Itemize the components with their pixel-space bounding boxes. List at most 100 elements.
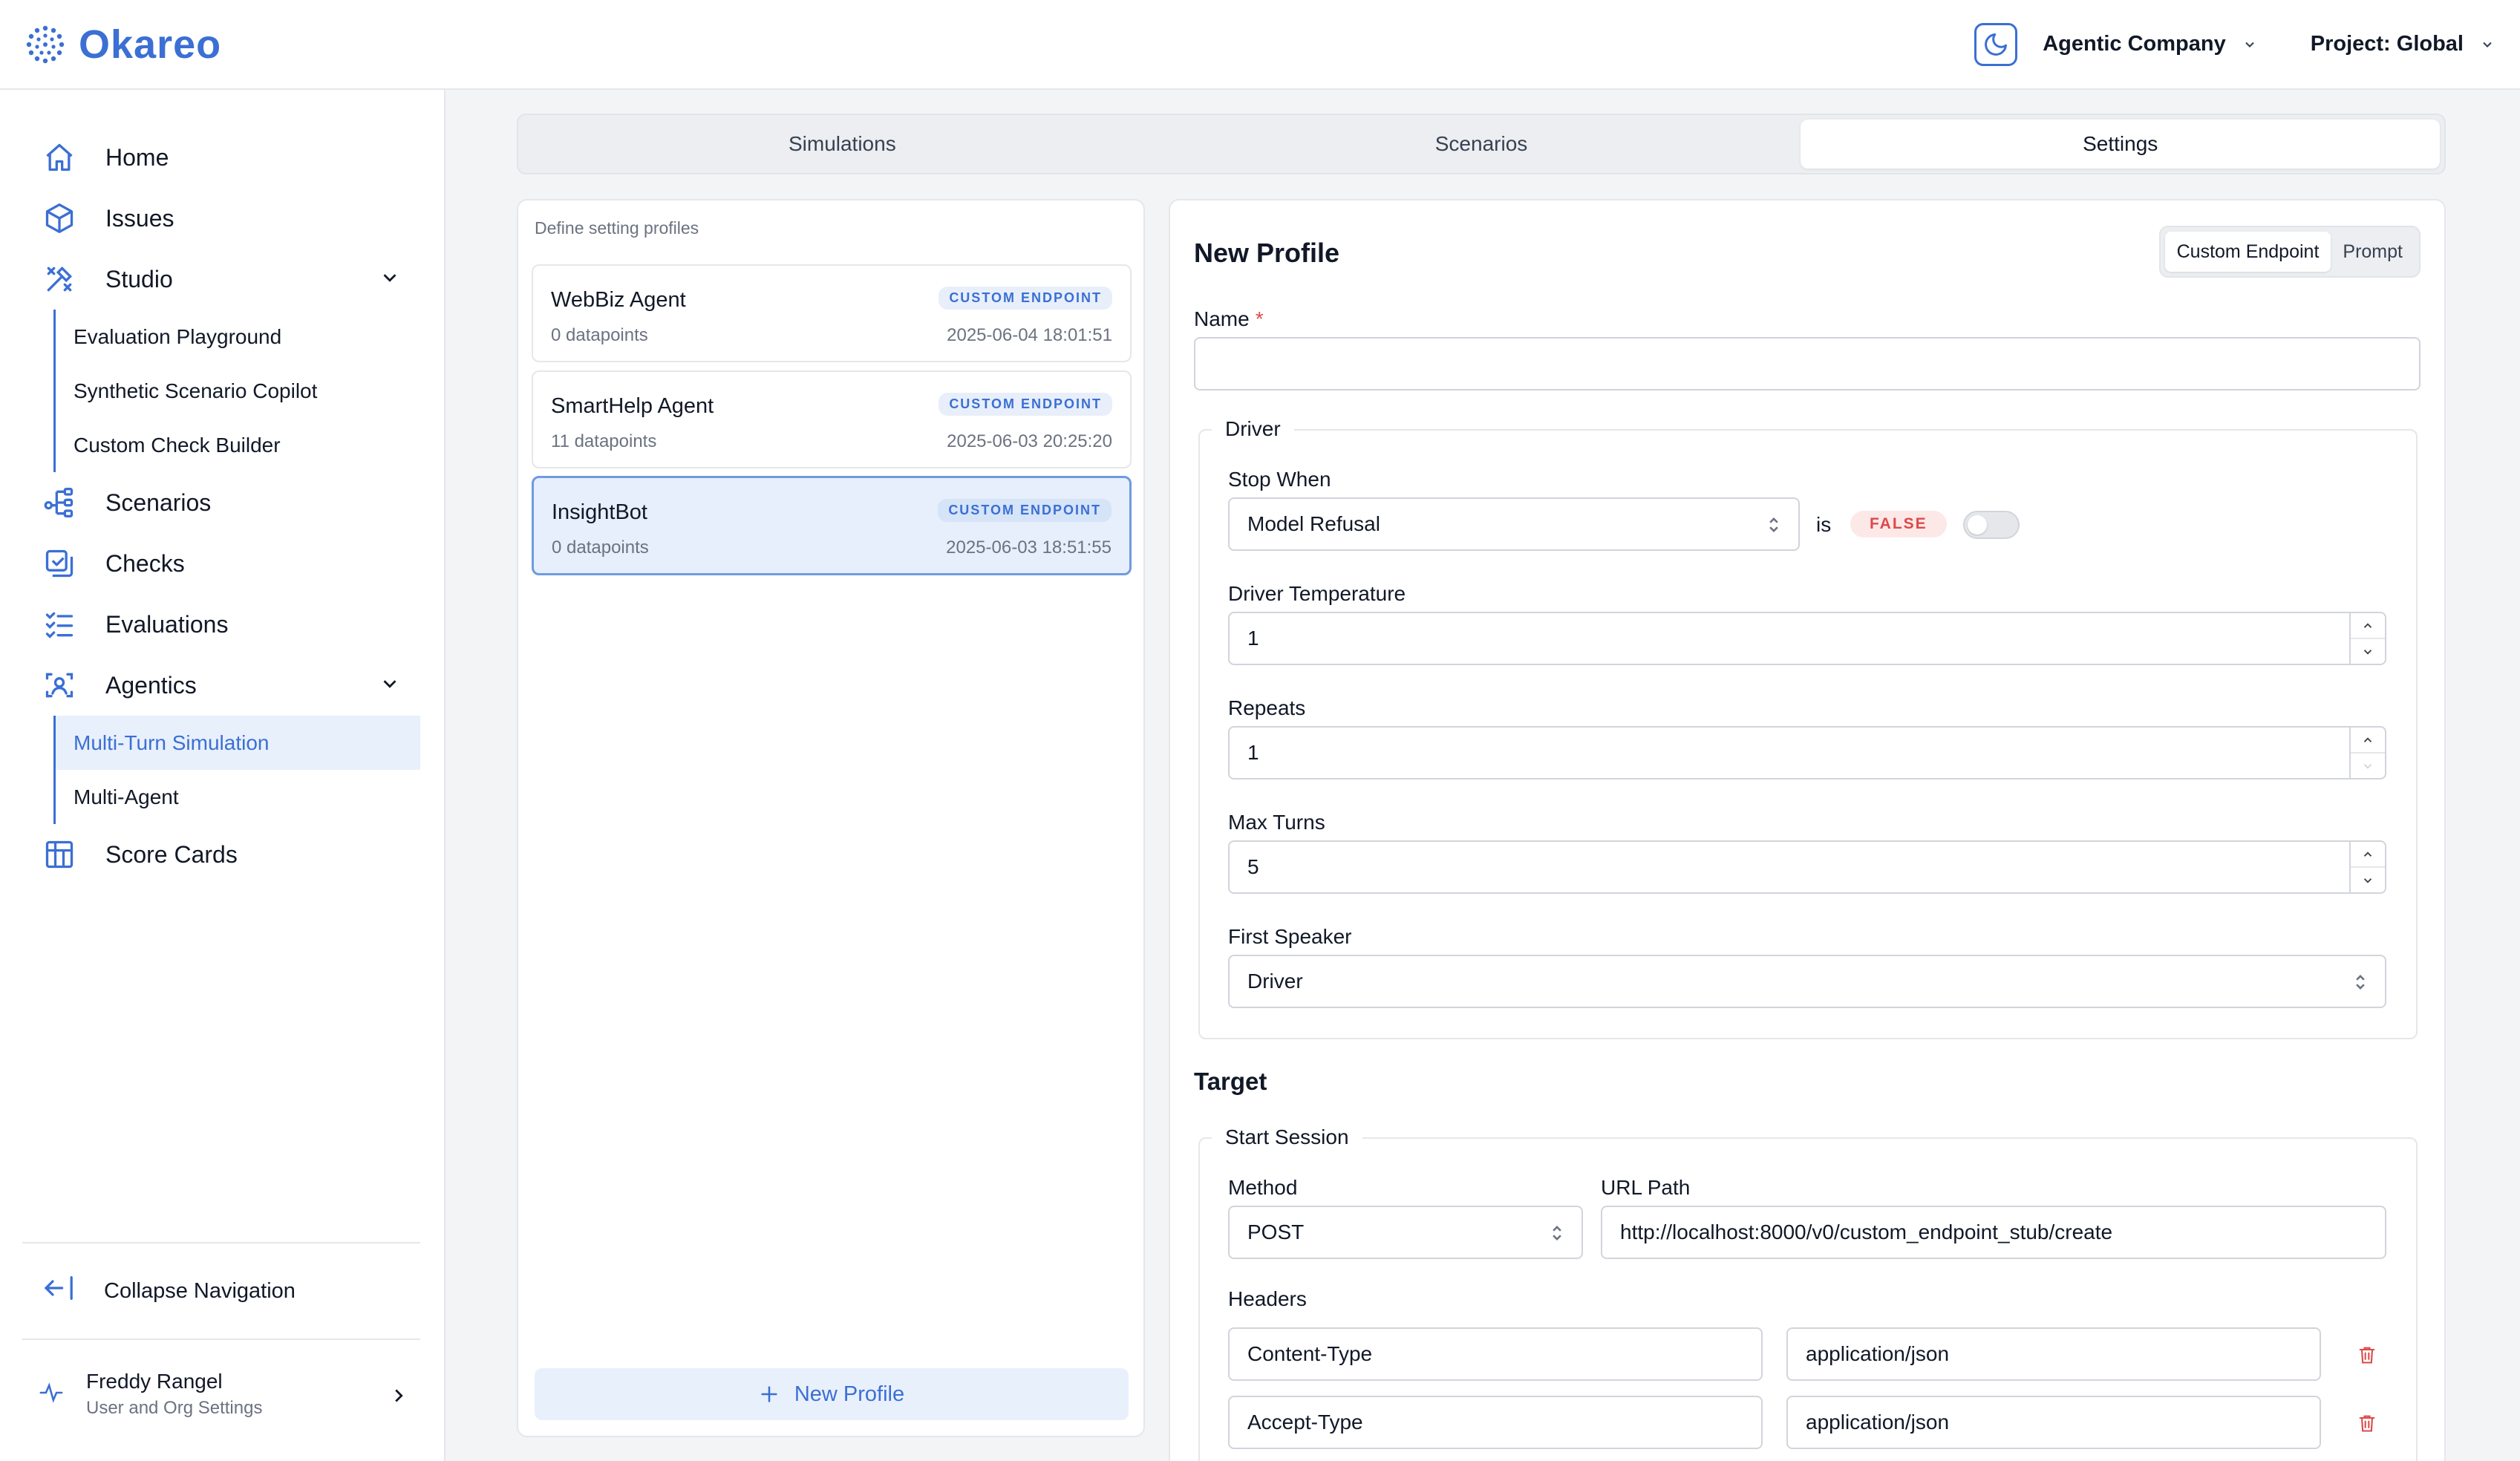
- tab-simulations[interactable]: Simulations: [523, 120, 1162, 169]
- collapse-navigation-button[interactable]: Collapse Navigation: [43, 1275, 296, 1307]
- header-key-input[interactable]: Content-Type: [1228, 1327, 1763, 1381]
- decrement-button[interactable]: [2351, 754, 2385, 778]
- sidebar-nav: Home Issues Studio Evaluation Playground…: [22, 127, 420, 885]
- sidebar-subitem-custom-check-builder[interactable]: Custom Check Builder: [56, 418, 420, 472]
- method-value: POST: [1247, 1220, 1305, 1243]
- stop-when-value: Model Refusal: [1247, 512, 1380, 535]
- trash-icon[interactable]: [2357, 1412, 2377, 1434]
- profile-datapoints: 0 datapoints: [552, 537, 649, 558]
- chevron-right-icon: [395, 1389, 403, 1402]
- sidebar-item-label: Studio: [105, 265, 173, 292]
- sidebar-item-evaluations[interactable]: Evaluations: [22, 594, 420, 655]
- stop-when-label: Stop When: [1228, 468, 1331, 491]
- activity-icon: [39, 1382, 67, 1408]
- chevron-down-icon[interactable]: [379, 673, 401, 695]
- decrement-button[interactable]: [2351, 868, 2385, 892]
- required-marker: *: [1255, 307, 1264, 330]
- profile-date: 2025-06-03 18:51:55: [946, 537, 1112, 558]
- sidebar-item-studio[interactable]: Studio: [22, 249, 420, 310]
- sidebar-item-label: Score Cards: [105, 840, 238, 868]
- home-icon: [43, 141, 76, 174]
- max-turns-label: Max Turns: [1228, 811, 1325, 834]
- sidebar-item-score-cards[interactable]: Score Cards: [22, 824, 420, 885]
- sidebar-subitem-evaluation-playground[interactable]: Evaluation Playground: [56, 310, 420, 364]
- select-arrows-icon: [2356, 975, 2365, 990]
- collapse-left-icon: [43, 1275, 76, 1307]
- select-arrows-icon: [1769, 517, 1778, 532]
- sidebar-item-agentics[interactable]: Agentics: [22, 655, 420, 716]
- first-speaker-select[interactable]: Driver: [1228, 955, 2386, 1008]
- start-session-legend: Start Session: [1212, 1125, 1362, 1149]
- number-stepper: [2349, 842, 2385, 892]
- name-label: Name *: [1194, 307, 1264, 331]
- collapse-navigation-label: Collapse Navigation: [104, 1278, 296, 1303]
- max-turns-input[interactable]: 5: [1228, 840, 2386, 894]
- method-label: Method: [1228, 1176, 1298, 1199]
- profile-form: New Profile Custom Endpoint Prompt Name *…: [1169, 199, 2446, 1461]
- trash-icon[interactable]: [2357, 1344, 2377, 1366]
- chevron-up-icon: [2363, 622, 2372, 628]
- repeats-value: 1: [1247, 741, 1259, 764]
- studio-subnav: Evaluation Playground Synthetic Scenario…: [53, 310, 420, 472]
- brand[interactable]: Okareo: [25, 22, 221, 68]
- stop-when-select[interactable]: Model Refusal: [1228, 497, 1800, 551]
- profile-name: WebBiz Agent: [551, 288, 686, 312]
- user-settings-button[interactable]: Freddy Rangel User and Org Settings: [39, 1370, 410, 1419]
- brand-name: Okareo: [79, 22, 222, 67]
- increment-button[interactable]: [2351, 613, 2385, 639]
- chevron-down-icon[interactable]: [379, 267, 401, 289]
- profile-card[interactable]: SmartHelp Agent CUSTOM ENDPOINT 11 datap…: [532, 370, 1132, 468]
- profile-name: SmartHelp Agent: [551, 394, 714, 418]
- sidebar-subitem-synthetic-scenario-copilot[interactable]: Synthetic Scenario Copilot: [56, 364, 420, 418]
- is-text: is: [1816, 513, 1832, 536]
- sidebar-item-home[interactable]: Home: [22, 127, 420, 188]
- okareo-logo-icon: [26, 25, 65, 63]
- sidebar-item-label: Scenarios: [105, 488, 212, 516]
- endpoint-badge: CUSTOM ENDPOINT: [939, 287, 1112, 310]
- driver-temperature-input[interactable]: 1: [1228, 612, 2386, 665]
- sidebar: Home Issues Studio Evaluation Playground…: [0, 90, 445, 1461]
- top-bar: Okareo Agentic Company Project: Global: [0, 0, 2520, 90]
- org-selector[interactable]: Agentic Company: [2043, 32, 2257, 56]
- sidebar-subitem-multi-agent[interactable]: Multi-Agent: [56, 770, 420, 824]
- header-key-input[interactable]: Accept-Type: [1228, 1396, 1763, 1449]
- header-value-input[interactable]: application/json: [1786, 1327, 2321, 1381]
- sidebar-item-label: Home: [105, 143, 169, 171]
- new-profile-button[interactable]: New Profile: [535, 1368, 1129, 1420]
- tab-scenarios[interactable]: Scenarios: [1162, 120, 1801, 169]
- org-name: Agentic Company: [2043, 32, 2226, 56]
- increment-button[interactable]: [2351, 728, 2385, 754]
- hierarchy-icon: [43, 486, 76, 519]
- profile-card-selected[interactable]: InsightBot CUSTOM ENDPOINT 0 datapoints …: [532, 476, 1132, 575]
- tab-settings[interactable]: Settings: [1801, 120, 2441, 169]
- url-path-input[interactable]: http://localhost:8000/v0/custom_endpoint…: [1601, 1206, 2386, 1259]
- repeats-label: Repeats: [1228, 696, 1306, 719]
- sidebar-item-issues[interactable]: Issues: [22, 188, 420, 249]
- cube-icon: [43, 202, 76, 235]
- sidebar-item-label: Evaluations: [105, 610, 229, 638]
- chevron-down-icon: [2363, 649, 2372, 655]
- url-path-label: URL Path: [1601, 1176, 1691, 1199]
- option-custom-endpoint[interactable]: Custom Endpoint: [2164, 232, 2331, 272]
- tools-icon: [43, 263, 76, 295]
- face-scan-icon: [43, 669, 76, 702]
- profile-card[interactable]: WebBiz Agent CUSTOM ENDPOINT 0 datapoint…: [532, 264, 1132, 362]
- sidebar-item-checks[interactable]: Checks: [22, 533, 420, 594]
- sidebar-subitem-multi-turn-simulation[interactable]: Multi-Turn Simulation: [56, 716, 420, 770]
- increment-button[interactable]: [2351, 842, 2385, 868]
- repeats-input[interactable]: 1: [1228, 726, 2386, 779]
- theme-toggle-button[interactable]: [1974, 22, 2018, 66]
- project-name: Project: Global: [2310, 32, 2464, 56]
- user-name: Freddy Rangel: [86, 1370, 223, 1393]
- method-select[interactable]: POST: [1228, 1206, 1583, 1259]
- driver-temperature-label: Driver Temperature: [1228, 582, 1406, 605]
- project-selector[interactable]: Project: Global: [2311, 32, 2495, 56]
- sidebar-item-scenarios[interactable]: Scenarios: [22, 472, 420, 533]
- option-prompt[interactable]: Prompt: [2331, 232, 2415, 272]
- condition-toggle[interactable]: [1963, 511, 2020, 539]
- checks-icon: [43, 547, 76, 580]
- name-input[interactable]: [1194, 337, 2421, 390]
- header-value-input[interactable]: application/json: [1786, 1396, 2321, 1449]
- decrement-button[interactable]: [2351, 639, 2385, 664]
- driver-temperature-value: 1: [1247, 627, 1259, 650]
